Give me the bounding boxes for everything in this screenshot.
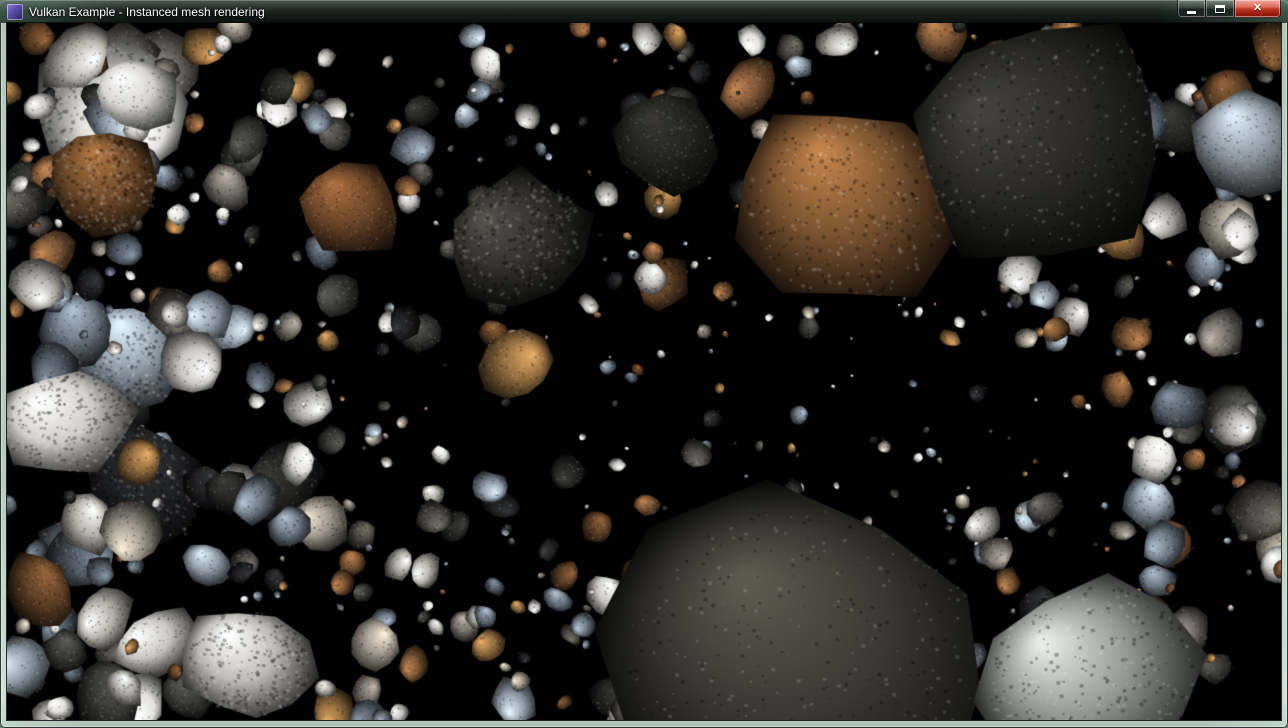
- title-bar[interactable]: Vulkan Example - Instanced mesh renderin…: [0, 0, 1288, 23]
- window-title: Vulkan Example - Instanced mesh renderin…: [29, 5, 265, 19]
- render-viewport[interactable]: [7, 23, 1281, 720]
- close-icon: ✕: [1253, 3, 1262, 14]
- minimize-icon: [1187, 11, 1196, 14]
- maximize-icon: [1215, 5, 1225, 13]
- window-controls: ✕: [1177, 0, 1281, 18]
- app-icon: [7, 4, 23, 20]
- close-button[interactable]: ✕: [1234, 0, 1281, 18]
- app-window: Vulkan Example - Instanced mesh renderin…: [0, 0, 1288, 728]
- minimize-button[interactable]: [1177, 0, 1206, 18]
- maximize-button[interactable]: [1206, 0, 1234, 18]
